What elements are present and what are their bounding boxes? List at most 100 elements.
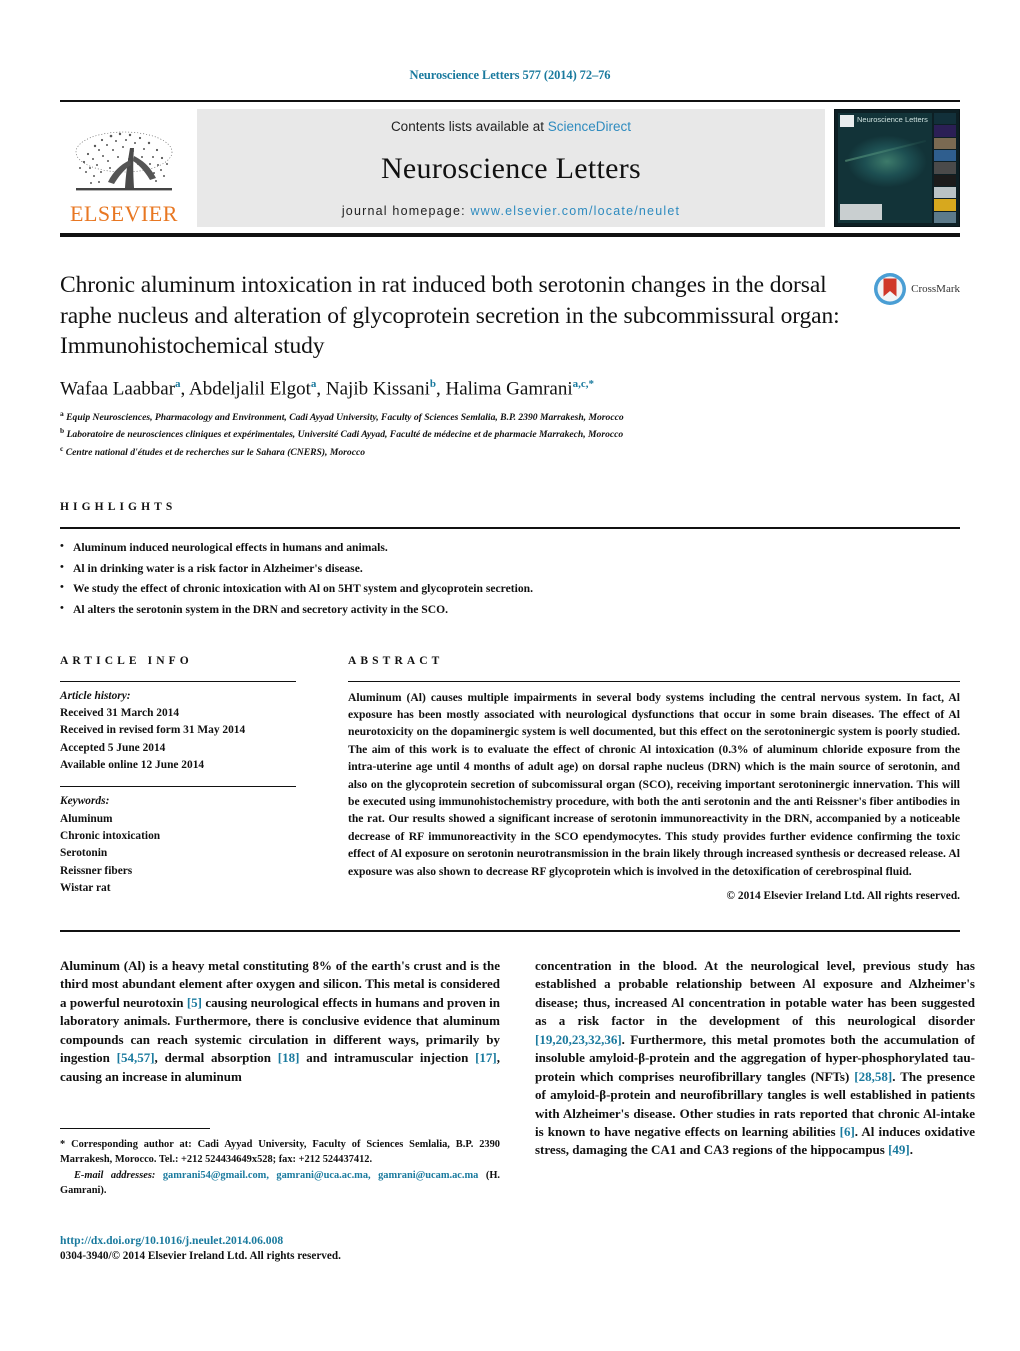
highlight-item: Al alters the serotonin system in the DR… [60,599,960,621]
affiliation-mark: b [60,426,65,436]
keyword-item: Wistar rat [60,881,111,894]
abstract-rule [348,680,960,682]
citation-link[interactable]: [5] [187,995,202,1010]
email-label: E-mail addresses: [74,1169,156,1181]
cover-cell [934,211,956,223]
journal-title: Neuroscience Letters [380,152,642,185]
article-history-item: Received in revised form 31 May 2014 [60,724,246,737]
highlights-heading: HIGHLIGHTS [60,501,177,514]
article-history-block: Article history: Received 31 March 2014 R… [60,688,296,775]
citation-link[interactable]: [54,57] [117,1050,155,1065]
article-history-item: Accepted 5 June 2014 [60,741,166,754]
contents-box: Contents lists available at ScienceDirec… [197,109,825,227]
crossmark-badge[interactable]: CrossMark [873,272,960,306]
cover-cell [934,149,956,162]
affiliation: a Equip Neurosciences, Pharmacology and … [60,408,624,424]
article-info-heading: ARTICLE INFO [60,654,193,667]
citation-link[interactable]: [19,20,23,32,36] [535,1032,622,1047]
journal-cover-thumbnail[interactable]: Neuroscience Letters [834,109,960,227]
affiliation-mark: a [60,408,64,418]
citation-link[interactable]: [49] [888,1142,910,1157]
page-title: Chronic aluminum intoxication in rat ind… [60,272,840,360]
author-affiliation-mark: b [429,377,436,390]
highlights-rule [60,527,960,530]
cover-cell [934,137,956,149]
cover-cell [934,186,956,199]
elsevier-logo: ELSEVIER [60,109,188,227]
author-affiliation-mark: a,c,* [572,377,595,390]
article-history-lines: Received 31 March 2014 Received in revise… [60,705,296,774]
body-paragraph-left: Aluminum (Al) is a heavy metal constitut… [60,957,501,1084]
elsevier-wordmark: ELSEVIER [70,201,178,226]
contents-prefix: Contents lists available at [390,119,548,134]
author-name[interactable]: Abdeljalil Elgot [189,378,311,399]
highlight-item: Aluminum induced neurological effects in… [60,537,960,559]
keyword-item: Serotonin [60,847,108,860]
citation-link[interactable]: [18] [278,1050,300,1065]
highlights-list: Aluminum induced neurological effects in… [60,537,960,621]
body-top-rule [60,929,960,932]
journal-masthead: ELSEVIER Contents lists available at Sci… [60,100,960,227]
issn-copyright-line: 0304-3940/© 2014 Elsevier Ireland Ltd. A… [60,1250,341,1263]
cover-cell [934,199,956,211]
citation-link[interactable]: [17] [475,1050,497,1065]
keyword-item: Reissner fibers [60,864,133,877]
cover-cell [934,174,956,186]
highlight-item: Al in drinking water is a risk factor in… [60,558,960,580]
author-affiliation-mark: a [310,377,317,390]
author-name[interactable]: Najib Kissani [326,378,430,399]
masthead-bottom-rule [60,233,960,237]
elsevier-tree-icon [75,131,173,191]
footnote-area: * Corresponding author at: Cadi Ayyad Un… [60,1128,500,1199]
article-history-item: Received 31 March 2014 [60,706,180,719]
abstract-copyright: © 2014 Elsevier Ireland Ltd. All rights … [726,889,960,902]
crossmark-icon [874,273,907,305]
affiliation-list: a Equip Neurosciences, Pharmacology and … [60,408,960,460]
affiliation-mark: c [60,443,64,453]
info-abstract-row: ARTICLE INFO Article history: Received 3… [60,655,960,902]
article-info-column: ARTICLE INFO Article history: Received 3… [60,655,296,902]
citation-link[interactable]: [6] [840,1124,855,1139]
article-history-item: Available online 12 June 2014 [60,758,205,771]
abstract-column: ABSTRACT Aluminum (Al) causes multiple i… [348,655,960,902]
contents-available-line: Contents lists available at ScienceDirec… [391,119,631,134]
keyword-item: Chronic intoxication [60,829,161,842]
email-links[interactable]: gamrani54@gmail.com, gamrani@uca.ac.ma, … [163,1170,479,1181]
article-info-rule [60,680,296,682]
highlight-item: We study the effect of chronic intoxicat… [60,578,960,600]
email-note: E-mail addresses: gamrani54@gmail.com, g… [60,1168,500,1199]
cover-cell [934,162,956,174]
cover-badge-icon [840,115,854,127]
cover-image-strip [934,113,956,223]
keywords-block: Keywords: Aluminum Chronic intoxication Se… [60,793,296,897]
doi-link[interactable]: http://dx.doi.org/10.1016/j.neulet.2014.… [60,1233,500,1249]
affiliation: b Laboratoire de neurosciences cliniques… [60,426,624,441]
doi-block: http://dx.doi.org/10.1016/j.neulet.2014.… [60,1233,500,1265]
sciencedirect-link[interactable]: ScienceDirect [548,119,631,134]
homepage-prefix: journal homepage: [341,204,471,218]
body-paragraph-right: concentration in the blood. At the neuro… [535,957,975,1158]
keywords-label: Keywords: [60,795,110,808]
running-head: Neuroscience Letters 577 (2014) 72–76 [409,68,611,82]
author-affiliation-mark: a [175,377,181,390]
crossmark-label: CrossMark [911,283,960,295]
footnote-separator-rule [60,1128,210,1129]
citation-link[interactable]: [28,58] [854,1069,892,1084]
article-page: Neuroscience Letters 577 (2014) 72–76 EL… [0,0,1020,1351]
keywords-lines: Aluminum Chronic intoxication Serotonin Rei… [60,811,296,898]
author-name[interactable]: Wafaa Laabbar [60,378,175,399]
article-info-separator [60,786,296,788]
author-list: Wafaa Laabbara, Abdeljalil Elgota, Najib… [60,377,595,399]
affiliation: c Centre national d'études et de recherc… [60,443,366,458]
cover-white-block [840,204,882,220]
author-name[interactable]: Halima Gamrani [445,378,572,399]
cover-cell [934,113,956,125]
highlights-section: HIGHLIGHTS Aluminum induced neurological… [60,501,960,621]
corresponding-author-note: * Corresponding author at: Cadi Ayyad Un… [60,1139,500,1166]
abstract-heading: ABSTRACT [348,654,444,667]
article-history-label: Article history: [60,689,131,702]
title-block: Chronic aluminum intoxication in rat ind… [60,270,960,460]
cover-cell [934,125,956,137]
abstract-text: Aluminum (Al) causes multiple impairment… [348,690,960,878]
journal-homepage-link[interactable]: www.elsevier.com/locate/neulet [470,204,680,218]
